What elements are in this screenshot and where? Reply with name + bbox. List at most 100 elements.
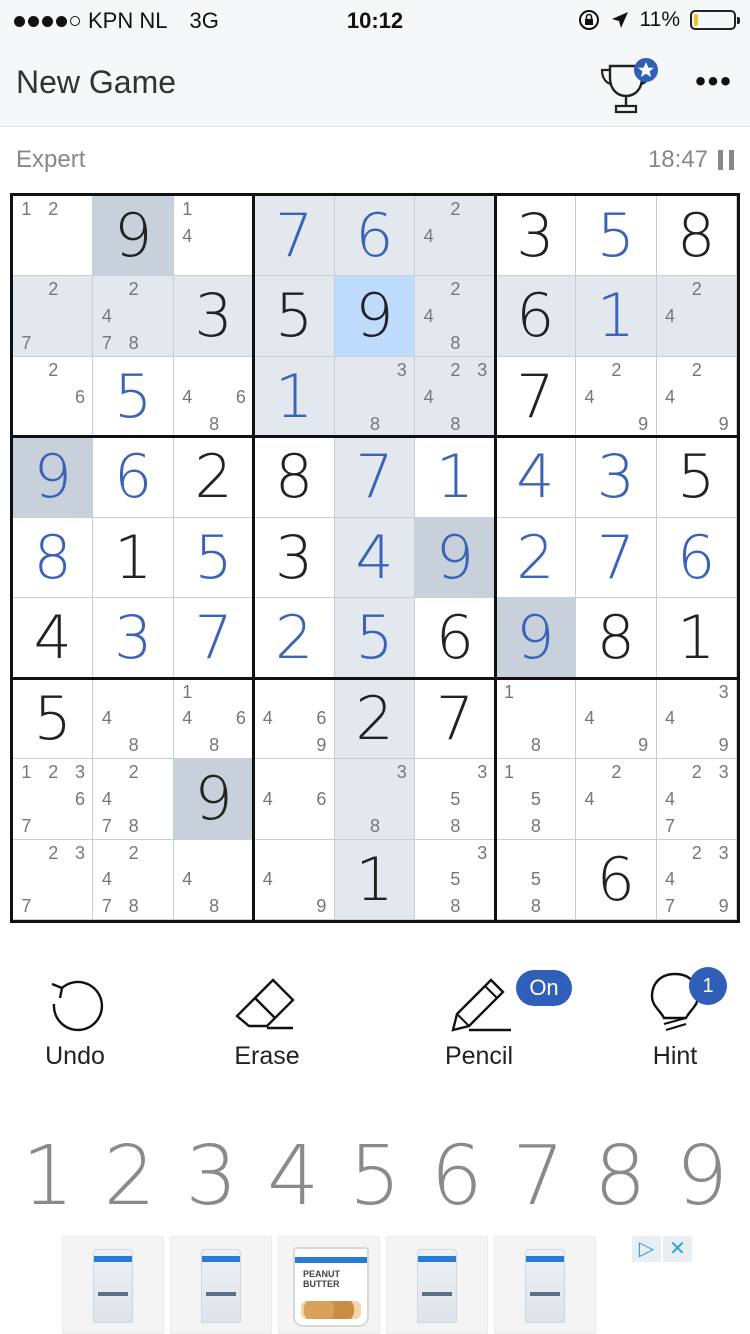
cell-r6c2[interactable]: 3 <box>93 598 174 679</box>
cell-r1c6[interactable]: 24 <box>415 196 496 277</box>
cell-r5c6[interactable]: 9 <box>415 517 496 599</box>
cell-r5c3[interactable]: 5 <box>173 517 255 599</box>
erase-button[interactable]: Erase <box>192 968 342 1078</box>
cell-r1c7[interactable]: 3 <box>495 196 577 277</box>
more-icon[interactable]: ••• <box>694 67 734 97</box>
cell-r6c4[interactable]: 2 <box>254 598 335 679</box>
cell-r8c5[interactable]: 38 <box>334 759 416 840</box>
cell-r4c4[interactable]: 8 <box>254 437 335 518</box>
cell-r8c7[interactable]: 15 8 <box>495 759 577 840</box>
close-icon[interactable]: ✕ <box>663 1236 692 1262</box>
number-key-7[interactable]: 7 <box>499 1122 579 1232</box>
cell-r4c8[interactable]: 3 <box>576 437 657 518</box>
cell-r3c8[interactable]: 24 9 <box>576 356 657 438</box>
undo-button[interactable]: Undo <box>0 968 150 1078</box>
number-key-9[interactable]: 9 <box>662 1122 742 1232</box>
cell-r9c4[interactable]: 49 <box>254 839 335 920</box>
number-key-4[interactable]: 4 <box>253 1122 333 1232</box>
cell-r7c8[interactable]: 49 <box>576 678 657 760</box>
trophy-star-icon[interactable] <box>598 58 662 118</box>
ad-banner[interactable]: PEANUT BUTTER <box>60 1236 700 1334</box>
cell-r5c7[interactable]: 2 <box>495 517 577 599</box>
cell-r7c6[interactable]: 7 <box>415 678 496 760</box>
cell-r2c5[interactable]: 9 <box>334 276 416 357</box>
cell-r7c1[interactable]: 5 <box>13 678 94 760</box>
cell-r5c4[interactable]: 3 <box>254 517 335 599</box>
cell-r8c8[interactable]: 24 <box>576 759 657 840</box>
cell-r6c3[interactable]: 7 <box>173 598 255 679</box>
number-key-1[interactable]: 1 <box>8 1122 88 1232</box>
cell-r1c9[interactable]: 8 <box>656 196 737 277</box>
cell-r3c7[interactable]: 7 <box>495 356 577 438</box>
cell-r1c2[interactable]: 9 <box>93 196 174 277</box>
cell-r9c6[interactable]: 35 8 <box>415 839 496 920</box>
cell-r4c3[interactable]: 2 <box>173 437 255 518</box>
cell-r9c5[interactable]: 1 <box>334 839 416 920</box>
cell-r1c1[interactable]: 12 <box>13 196 94 277</box>
number-key-8[interactable]: 8 <box>580 1122 660 1232</box>
cell-r7c3[interactable]: 1 4 68 <box>173 678 255 760</box>
cell-r4c1[interactable]: 9 <box>13 437 94 518</box>
cell-r4c9[interactable]: 5 <box>656 437 737 518</box>
cell-r9c8[interactable]: 6 <box>576 839 657 920</box>
cell-r9c7[interactable]: 58 <box>495 839 577 920</box>
cell-r5c1[interactable]: 8 <box>13 517 94 599</box>
cell-r1c3[interactable]: 14 <box>173 196 255 277</box>
cell-r2c8[interactable]: 1 <box>576 276 657 357</box>
cell-r8c6[interactable]: 35 8 <box>415 759 496 840</box>
ad-product-creatine[interactable] <box>170 1236 272 1334</box>
cell-r5c8[interactable]: 7 <box>576 517 657 599</box>
cell-r2c4[interactable]: 5 <box>254 276 335 357</box>
cell-r7c5[interactable]: 2 <box>334 678 416 760</box>
cell-r7c4[interactable]: 4 6 9 <box>254 678 335 760</box>
cell-r3c1[interactable]: 26 <box>13 356 94 438</box>
cell-r4c2[interactable]: 6 <box>93 437 174 518</box>
cell-r8c1[interactable]: 123 6 7 <box>13 759 94 840</box>
cell-r3c5[interactable]: 38 <box>334 356 416 438</box>
cell-r4c6[interactable]: 1 <box>415 437 496 518</box>
cell-r6c6[interactable]: 6 <box>415 598 496 679</box>
page-title[interactable]: New Game <box>16 64 176 101</box>
cell-r9c9[interactable]: 23 4 7 9 <box>656 839 737 920</box>
ad-product-peanut-butter[interactable]: PEANUT BUTTER <box>278 1236 380 1334</box>
ad-product-glutamine[interactable] <box>494 1236 596 1334</box>
cell-r9c3[interactable]: 48 <box>173 839 255 920</box>
cell-r3c3[interactable]: 4 68 <box>173 356 255 438</box>
cell-r6c1[interactable]: 4 <box>13 598 94 679</box>
cell-r1c5[interactable]: 6 <box>334 196 416 277</box>
cell-r2c9[interactable]: 24 <box>656 276 737 357</box>
cell-r5c9[interactable]: 6 <box>656 517 737 599</box>
cell-r8c2[interactable]: 24 78 <box>93 759 174 840</box>
cell-r7c9[interactable]: 3 4 9 <box>656 678 737 760</box>
hint-button[interactable]: Hint <box>600 968 750 1078</box>
cell-r2c2[interactable]: 24 78 <box>93 276 174 357</box>
number-key-3[interactable]: 3 <box>172 1122 252 1232</box>
cell-r3c9[interactable]: 24 9 <box>656 356 737 438</box>
cell-r1c8[interactable]: 5 <box>576 196 657 277</box>
cell-r7c7[interactable]: 18 <box>495 678 577 760</box>
number-key-2[interactable]: 2 <box>90 1122 170 1232</box>
cell-r2c7[interactable]: 6 <box>495 276 577 357</box>
cell-r4c5[interactable]: 7 <box>334 437 416 518</box>
cell-r8c4[interactable]: 46 <box>254 759 335 840</box>
adchoices-icon[interactable]: ▷ <box>632 1236 661 1262</box>
pause-icon[interactable] <box>718 150 734 170</box>
cell-r3c2[interactable]: 5 <box>93 356 174 438</box>
cell-r1c4[interactable]: 7 <box>254 196 335 277</box>
cell-r6c9[interactable]: 1 <box>656 598 737 679</box>
cell-r6c8[interactable]: 8 <box>576 598 657 679</box>
cell-r6c5[interactable]: 5 <box>334 598 416 679</box>
ad-product-gainer[interactable] <box>386 1236 488 1334</box>
cell-r2c3[interactable]: 3 <box>173 276 255 357</box>
cell-r2c1[interactable]: 27 <box>13 276 94 357</box>
number-key-6[interactable]: 6 <box>417 1122 497 1232</box>
cell-r6c7[interactable]: 9 <box>495 598 577 679</box>
number-key-5[interactable]: 5 <box>335 1122 415 1232</box>
cell-r2c6[interactable]: 248 <box>415 276 496 357</box>
cell-r4c7[interactable]: 4 <box>495 437 577 518</box>
cell-r5c2[interactable]: 1 <box>93 517 174 599</box>
cell-r3c6[interactable]: 23 48 <box>415 356 496 438</box>
cell-r8c3[interactable]: 9 <box>173 759 255 840</box>
cell-r3c4[interactable]: 1 <box>254 356 335 438</box>
ad-product-bcaa[interactable] <box>62 1236 164 1334</box>
